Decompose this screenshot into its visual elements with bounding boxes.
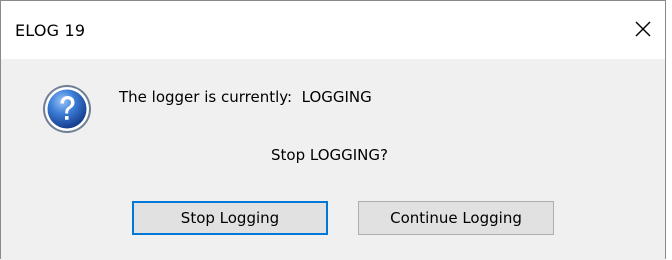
title-bar[interactable]: ELOG 19: [1, 1, 665, 59]
dialog-content: The logger is currently: LOGGING Stop LO…: [1, 59, 665, 260]
stop-logging-button[interactable]: Stop Logging: [132, 201, 328, 235]
continue-logging-button[interactable]: Continue Logging: [358, 201, 554, 235]
confirm-question: Stop LOGGING?: [271, 146, 388, 164]
close-button[interactable]: [629, 15, 657, 43]
status-message: The logger is currently: LOGGING: [119, 88, 372, 106]
close-icon: [629, 15, 657, 43]
window-title: ELOG 19: [15, 21, 86, 40]
question-icon: [41, 83, 93, 135]
dialog-window: ELOG 19 The logger is currently: LOGGING…: [0, 0, 666, 260]
